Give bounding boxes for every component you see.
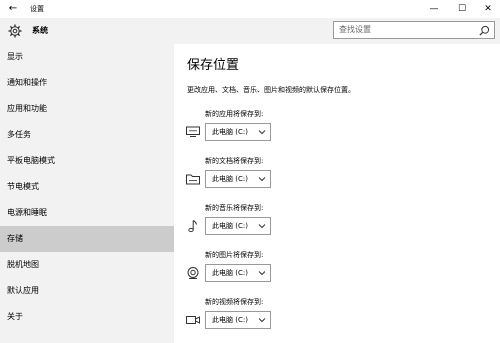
documents-drive-select[interactable]: 此电脑 (C:) xyxy=(205,170,271,188)
music-drive-select[interactable]: 此电脑 (C:) xyxy=(205,217,271,235)
page-title: 保存位置 xyxy=(187,58,240,73)
apps-drive-value: 此电脑 (C:) xyxy=(212,128,248,136)
location-label-videos: 新的视频将保存到: xyxy=(205,298,264,306)
pictures-drive-value: 此电脑 (C:) xyxy=(212,269,248,277)
search-input[interactable]: 查找设置 xyxy=(333,21,495,39)
sidebar-item-battery-saver[interactable]: 节电模式 xyxy=(0,174,174,200)
documents-drive-value: 此电脑 (C:) xyxy=(212,175,248,183)
location-label-apps: 新的应用将保存到: xyxy=(205,110,264,118)
sidebar-item-multitasking[interactable]: 多任务 xyxy=(0,122,174,148)
location-label-documents: 新的文档将保存到: xyxy=(205,157,264,165)
back-button[interactable]: ← xyxy=(6,2,20,16)
sidebar-header-label: 系统 xyxy=(32,26,48,35)
music-drive-value: 此电脑 (C:) xyxy=(212,222,248,230)
video-camera-icon xyxy=(186,316,200,324)
chevron-down-icon xyxy=(258,271,266,276)
sidebar-item-default-apps[interactable]: 默认应用 xyxy=(0,278,174,304)
chevron-down-icon xyxy=(258,318,266,323)
apps-drive-select[interactable]: 此电脑 (C:) xyxy=(205,123,271,141)
sidebar-header: 系统 xyxy=(0,18,174,44)
sidebar-item-storage[interactable]: 存储 xyxy=(0,226,174,252)
monitor-icon xyxy=(186,126,200,137)
search-icon[interactable] xyxy=(479,25,490,36)
page-description: 更改应用、文档、音乐、图片和视频的默认保存位置。 xyxy=(187,86,355,94)
window-title: 设置 xyxy=(30,5,44,13)
chevron-down-icon xyxy=(258,177,266,182)
pictures-drive-select[interactable]: 此电脑 (C:) xyxy=(205,264,271,282)
title-bar: ← 设置 — ☐ ✕ xyxy=(0,0,500,18)
location-label-pictures: 新的图片将保存到: xyxy=(205,251,264,259)
sidebar-item-about[interactable]: 关于 xyxy=(0,304,174,330)
music-note-icon xyxy=(188,220,197,233)
videos-drive-value: 此电脑 (C:) xyxy=(212,316,248,324)
gear-icon xyxy=(8,24,22,38)
chevron-down-icon xyxy=(258,224,266,229)
location-label-music: 新的音乐将保存到: xyxy=(205,204,264,212)
search-placeholder: 查找设置 xyxy=(339,25,371,34)
chevron-down-icon xyxy=(258,130,266,135)
camera-icon xyxy=(187,267,199,279)
sidebar-item-notifications[interactable]: 通知和操作 xyxy=(0,70,174,96)
folder-icon xyxy=(186,174,200,185)
close-button[interactable]: ✕ xyxy=(480,2,496,16)
minimize-button[interactable]: — xyxy=(426,2,442,16)
maximize-button[interactable]: ☐ xyxy=(454,2,470,16)
videos-drive-select[interactable]: 此电脑 (C:) xyxy=(205,311,271,329)
sidebar-item-power-sleep[interactable]: 电源和睡眠 xyxy=(0,200,174,226)
sidebar-item-tablet-mode[interactable]: 平板电脑模式 xyxy=(0,148,174,174)
sidebar-item-offline-maps[interactable]: 脱机地图 xyxy=(0,252,174,278)
sidebar: 系统 显示 通知和操作 应用和功能 多任务 平板电脑模式 节电模式 电源和睡眠 … xyxy=(0,18,174,343)
sidebar-item-display[interactable]: 显示 xyxy=(0,44,174,70)
sidebar-item-apps-features[interactable]: 应用和功能 xyxy=(0,96,174,122)
